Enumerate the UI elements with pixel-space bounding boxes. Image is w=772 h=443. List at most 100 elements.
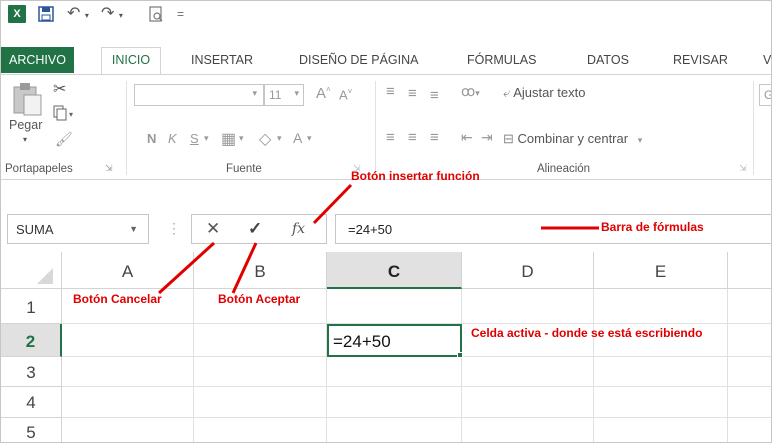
merge-center-button[interactable]: ⊟ Combinar y centrar ▾ — [503, 131, 642, 147]
tab-formulas[interactable]: FÓRMULAS — [467, 49, 536, 71]
font-size-dropdown-icon[interactable]: ▾ — [294, 88, 299, 99]
save-icon[interactable] — [38, 5, 54, 23]
tab-revisar[interactable]: REVISAR — [673, 49, 728, 71]
tab-vista[interactable]: V — [763, 49, 771, 71]
underline-dropdown-icon[interactable]: ▾ — [204, 133, 209, 144]
paste-label: Pegar — [9, 118, 43, 132]
ribbon-tabs: ARCHIVO INICIO INSERTAR DISEÑO DE PÁGINA… — [1, 44, 771, 75]
row-header-4[interactable]: 4 — [1, 387, 62, 418]
annotation-accept: Botón Aceptar — [218, 292, 301, 306]
tab-archivo[interactable]: ARCHIVO — [1, 47, 74, 73]
wrap-text-label: Ajustar texto — [513, 85, 586, 100]
name-box-dropdown-icon[interactable]: ▼ — [129, 224, 138, 234]
column-e-cells[interactable] — [594, 289, 728, 442]
merge-center-icon: ⊟ — [503, 131, 514, 146]
fill-handle[interactable] — [457, 352, 463, 358]
paste-dropdown-icon[interactable]: ▾ — [23, 135, 27, 144]
column-a-cells[interactable] — [62, 289, 194, 442]
active-cell-c2[interactable]: =24+50 — [327, 324, 462, 357]
resize-handle-icon[interactable]: ⋮ — [167, 221, 181, 235]
number-format-combo[interactable]: G — [759, 84, 771, 106]
fill-color-dropdown-icon[interactable]: ▾ — [277, 133, 282, 144]
borders-icon[interactable]: ▦ — [221, 129, 236, 149]
tab-inicio[interactable]: INICIO — [101, 47, 161, 75]
ribbon-inicio: Pegar ▾ ✂ ▾ 🖌 Portapapeles ⇲ ▾ 11 ▾ A˄ A… — [1, 74, 771, 180]
italic-button[interactable]: K — [168, 131, 177, 146]
align-right-icon[interactable]: ≡ — [430, 129, 439, 146]
font-name-dropdown-icon[interactable]: ▾ — [252, 88, 257, 99]
worksheet-grid: A B C D E 1 2 3 4 5 =24+50 — [1, 252, 771, 442]
group-label-clipboard: Portapapeles — [5, 163, 73, 175]
group-label-font: Fuente — [226, 163, 262, 175]
formula-input[interactable]: =24+50 — [335, 214, 771, 244]
column-header-b[interactable]: B — [194, 252, 327, 289]
excel-logo-icon: X — [8, 5, 26, 23]
bold-button[interactable]: N — [147, 131, 156, 146]
name-box[interactable]: SUMA ▼ — [7, 214, 149, 244]
formula-input-value: =24+50 — [348, 222, 393, 237]
group-label-alignment: Alineación — [537, 163, 591, 175]
font-name-combo[interactable]: ▾ — [134, 84, 264, 106]
active-cell-value: =24+50 — [333, 332, 391, 351]
enter-button[interactable]: ✓ — [248, 219, 262, 239]
annotation-formula-bar: Barra de fórmulas — [601, 220, 704, 234]
separator — [753, 81, 754, 175]
column-header-e[interactable]: E — [594, 252, 728, 289]
cut-icon[interactable]: ✂ — [53, 79, 66, 99]
row-header-2[interactable]: 2 — [1, 324, 62, 357]
underline-button[interactable]: S — [190, 131, 199, 146]
format-painter-icon[interactable]: 🖌 — [55, 131, 73, 148]
column-d-cells[interactable] — [462, 289, 594, 442]
column-header-a[interactable]: A — [62, 252, 194, 289]
borders-dropdown-icon[interactable]: ▾ — [239, 133, 244, 144]
align-top-icon[interactable]: ≡ — [386, 83, 395, 100]
annotation-active-cell: Celda activa - donde se está escribiendo — [471, 326, 703, 340]
increase-indent-icon[interactable]: ⇥ — [481, 129, 493, 146]
name-box-value: SUMA — [16, 222, 54, 237]
insert-function-button[interactable]: fx — [292, 219, 305, 239]
column-b-cells[interactable] — [194, 289, 327, 442]
row-header-1[interactable]: 1 — [1, 289, 62, 324]
paste-button[interactable] — [11, 81, 45, 120]
tab-insertar[interactable]: INSERTAR — [191, 49, 253, 71]
align-bottom-icon[interactable]: ≡ — [430, 87, 439, 104]
align-left-icon[interactable]: ≡ — [386, 129, 395, 146]
separator — [375, 81, 376, 175]
align-center-icon[interactable]: ≡ — [408, 129, 417, 146]
align-middle-icon[interactable]: ≡ — [408, 85, 417, 102]
font-size-combo[interactable]: 11 ▾ — [264, 84, 304, 106]
formula-buttons: ✕ ✓ fx — [191, 214, 327, 244]
column-header-f[interactable] — [728, 252, 771, 289]
print-preview-icon[interactable] — [148, 5, 164, 23]
annotation-insert-function: Botón insertar función — [351, 169, 480, 183]
column-header-d[interactable]: D — [462, 252, 594, 289]
annotation-cancel: Botón Cancelar — [73, 292, 162, 306]
copy-icon[interactable]: ▾ — [53, 105, 75, 124]
shrink-font-icon[interactable]: A˅ — [339, 87, 352, 102]
font-color-dropdown-icon[interactable]: ▾ — [307, 133, 312, 144]
row-header-5[interactable]: 5 — [1, 418, 62, 442]
clipboard-launcher-icon[interactable]: ⇲ — [105, 163, 113, 174]
column-c-cells[interactable] — [327, 289, 462, 442]
svg-text:▾: ▾ — [69, 110, 73, 119]
column-header-c[interactable]: C — [327, 252, 462, 289]
fill-color-icon[interactable]: ◇ — [259, 129, 271, 149]
alignment-launcher-icon[interactable]: ⇲ — [739, 163, 747, 174]
decrease-indent-icon[interactable]: ⇤ — [461, 129, 473, 146]
tab-datos[interactable]: DATOS — [587, 49, 629, 71]
merge-center-label: Combinar y centrar — [517, 131, 629, 146]
tab-diseno-de-pagina[interactable]: DISEÑO DE PÁGINA — [299, 49, 418, 71]
undo-icon[interactable]: ↶ ▾ — [67, 5, 97, 23]
grow-font-icon[interactable]: A˄ — [316, 85, 331, 102]
orientation-icon[interactable]: ꝏ▾ — [461, 83, 480, 100]
wrap-text-button[interactable]: ⤶ Ajustar texto — [503, 85, 585, 101]
excel-window: X ↶ ▾ ↷ ▾ = ARCHIVO INICIO INSERTAR DISE… — [0, 0, 772, 443]
redo-icon[interactable]: ↷ ▾ — [101, 5, 131, 23]
customize-qat-icon[interactable]: = — [177, 5, 189, 23]
cancel-button[interactable]: ✕ — [206, 219, 220, 239]
merge-center-dropdown-icon[interactable]: ▾ — [638, 135, 643, 145]
select-all-corner[interactable] — [1, 252, 62, 289]
font-size-value: 11 — [269, 88, 282, 102]
font-color-icon[interactable]: A — [293, 130, 302, 146]
row-header-3[interactable]: 3 — [1, 357, 62, 387]
